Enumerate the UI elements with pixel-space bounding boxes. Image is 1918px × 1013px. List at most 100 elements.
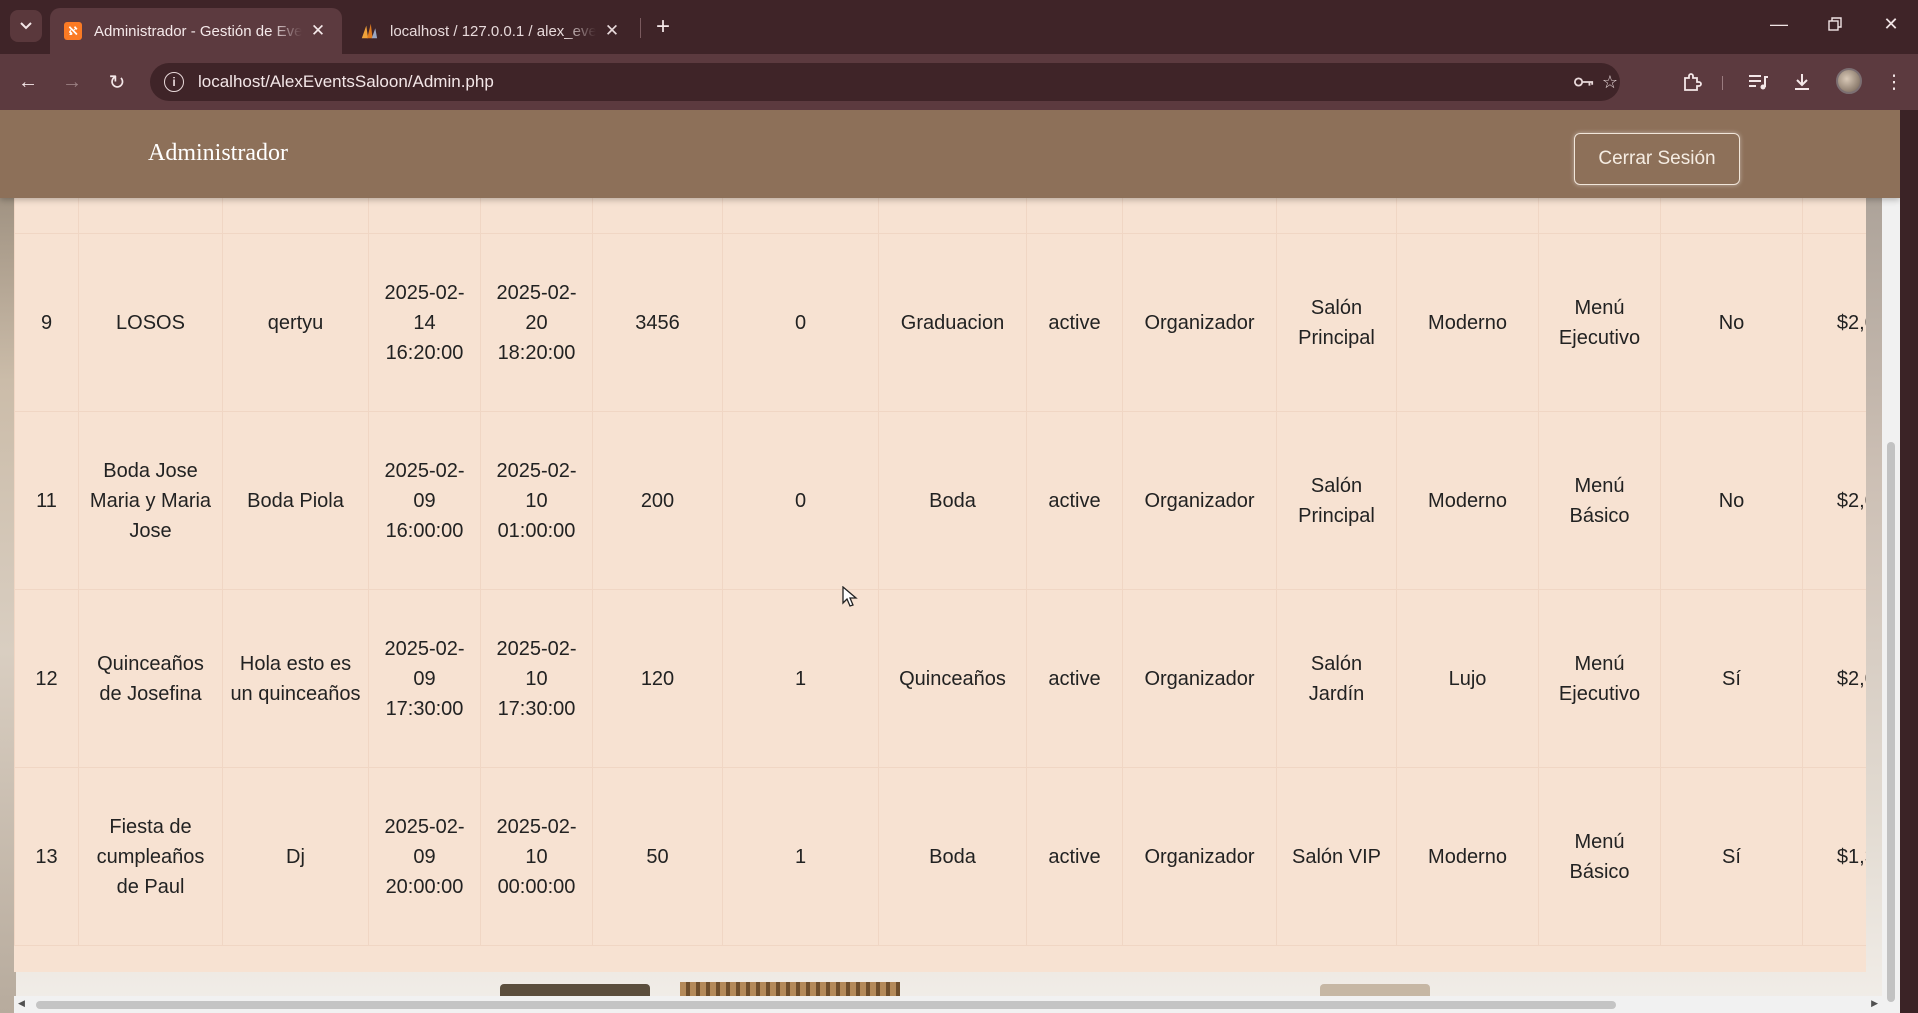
- table-row: 11 Boda Jose Maria y Maria Jose Boda Pio…: [14, 411, 1866, 590]
- scroll-left-arrow-icon[interactable]: ◀: [18, 998, 25, 1009]
- table-cell: Organizador: [1122, 589, 1277, 768]
- table-cell: 2025-02-09 16:00:00: [368, 411, 481, 590]
- table-cell: Organizador: [1122, 233, 1277, 412]
- url-text[interactable]: localhost/AlexEventsSaloon/Admin.php: [198, 72, 494, 92]
- table-cell: Boda: [878, 411, 1027, 590]
- media-queue-icon: [1749, 75, 1768, 90]
- table-cell: Menú Básico: [1538, 767, 1661, 946]
- browser-tab-strip: ℵ Administrador - Gestión de Eventos ✕ l…: [0, 0, 1918, 54]
- table-cell: Organizador: [1122, 411, 1277, 590]
- table-cell: Salón Jardín: [1276, 589, 1397, 768]
- chrome-menu-button[interactable]: ⋮: [1878, 66, 1910, 98]
- table-cell: 1: [722, 589, 879, 768]
- table-cell: $2,015: [1802, 411, 1866, 590]
- reload-icon: ↻: [108, 71, 126, 94]
- table-cell: Sí: [1660, 589, 1803, 768]
- table-cell: 2025-02-09 17:30:00: [368, 589, 481, 768]
- table-cell: active: [1026, 233, 1123, 412]
- table-cell: Lujo: [1396, 589, 1539, 768]
- table-cell: Salón VIP: [1276, 767, 1397, 946]
- xampp-icon: ℵ: [64, 22, 82, 40]
- close-tab-icon[interactable]: ✕: [308, 21, 328, 41]
- table-cell: 120: [592, 589, 723, 768]
- table-cell: Boda Jose Maria y Maria Jose: [78, 411, 223, 590]
- events-table: 23:15:00 22:15:00 9 LOSOS qertyu: [14, 110, 1866, 946]
- table-cell: Fiesta de cumpleaños de Paul: [78, 767, 223, 946]
- table-cell: $2,025: [1802, 233, 1866, 412]
- table-cell: Sí: [1660, 767, 1803, 946]
- minimize-button[interactable]: —: [1754, 6, 1804, 42]
- table-cell: Organizador: [1122, 767, 1277, 946]
- tab-phpmyadmin[interactable]: localhost / 127.0.0.1 / alex_events ✕: [346, 8, 636, 54]
- table-cell: 1: [722, 767, 879, 946]
- horizontal-scroll-thumb[interactable]: [36, 1001, 1616, 1009]
- table-cell: Dj: [222, 767, 369, 946]
- table-cell: Menú Ejecutivo: [1538, 233, 1661, 412]
- table-cell: 11: [14, 411, 79, 590]
- back-button[interactable]: ←: [12, 66, 44, 98]
- brand-title: Administrador: [148, 140, 288, 166]
- table-cell: active: [1026, 411, 1123, 590]
- extensions-button[interactable]: [1676, 66, 1708, 98]
- close-window-button[interactable]: ✕: [1866, 6, 1916, 42]
- table-cell: 3456: [592, 233, 723, 412]
- table-cell: Graduacion: [878, 233, 1027, 412]
- mouse-cursor-icon: [842, 586, 858, 607]
- table-cell: qertyu: [222, 233, 369, 412]
- table-cell: Salón Principal: [1276, 411, 1397, 590]
- media-controls-button[interactable]: [1742, 66, 1774, 98]
- close-tab-icon[interactable]: ✕: [602, 21, 622, 41]
- table-cell: $1,315: [1802, 767, 1866, 946]
- scroll-right-arrow-icon[interactable]: ▶: [1871, 998, 1878, 1009]
- restore-button[interactable]: [1810, 6, 1860, 42]
- table-cell: 2025-02-14 16:20:00: [368, 233, 481, 412]
- table-cell: No: [1660, 233, 1803, 412]
- table-cell: $2,025: [1802, 589, 1866, 768]
- new-tab-button[interactable]: +: [650, 12, 676, 42]
- reload-button[interactable]: ↻: [101, 66, 133, 98]
- tab-admin[interactable]: ℵ Administrador - Gestión de Eventos ✕: [50, 8, 342, 54]
- tab-title: localhost / 127.0.0.1 / alex_events: [390, 22, 596, 40]
- table-cell: Boda: [878, 767, 1027, 946]
- forward-button[interactable]: →: [56, 66, 88, 98]
- table-cell: LOSOS: [78, 233, 223, 412]
- vertical-scroll-thumb[interactable]: [1887, 442, 1895, 1002]
- table-cell: 12: [14, 589, 79, 768]
- table-row: 13 Fiesta de cumpleaños de Paul Dj 2025-…: [14, 767, 1866, 946]
- minimize-icon: —: [1770, 13, 1788, 34]
- arrow-left-icon: ←: [18, 70, 38, 93]
- events-table-container: 23:15:00 22:15:00 9 LOSOS qertyu: [14, 110, 1866, 972]
- table-cell: Moderno: [1396, 411, 1539, 590]
- table-cell: 13: [14, 767, 79, 946]
- tab-separator: [640, 18, 641, 38]
- downloads-button[interactable]: [1786, 66, 1818, 98]
- bookmark-star-icon[interactable]: ☆: [1600, 72, 1620, 92]
- table-row: 12 Quinceaños de Josefina Hola esto es u…: [14, 589, 1866, 768]
- profile-avatar[interactable]: [1836, 68, 1862, 94]
- tab-search-button[interactable]: [10, 10, 42, 42]
- vertical-scrollbar[interactable]: ▲: [1882, 110, 1900, 1013]
- horizontal-scrollbar[interactable]: ◀ ▶: [14, 996, 1882, 1013]
- table-cell: Menú Ejecutivo: [1538, 589, 1661, 768]
- password-key-icon[interactable]: [1574, 72, 1594, 92]
- table-cell: active: [1026, 589, 1123, 768]
- admin-header: Administrador Cerrar Sesión: [0, 110, 1900, 198]
- plus-icon: +: [655, 13, 670, 40]
- puzzle-icon: [1684, 73, 1702, 91]
- table-cell: Boda Piola: [222, 411, 369, 590]
- table-cell: Menú Básico: [1538, 411, 1661, 590]
- browser-toolbar: ← → ↻ i localhost/AlexEventsSaloon/Admin…: [0, 54, 1918, 110]
- address-bar[interactable]: i localhost/AlexEventsSaloon/Admin.php ☆: [150, 63, 1620, 101]
- logout-button[interactable]: Cerrar Sesión: [1574, 133, 1740, 185]
- page-viewport: 23:15:00 22:15:00 9 LOSOS qertyu: [0, 110, 1900, 1013]
- table-cell: Salón Principal: [1276, 233, 1397, 412]
- table-cell: 50: [592, 767, 723, 946]
- table-row: 9 LOSOS qertyu 2025-02-14 16:20:00 2025-…: [14, 233, 1866, 412]
- restore-icon: [1828, 17, 1842, 31]
- table-cell: 2025-02-20 18:20:00: [480, 233, 593, 412]
- chevron-down-icon: [20, 22, 32, 30]
- toolbar-separator: [1722, 76, 1723, 90]
- site-info-icon[interactable]: i: [164, 72, 184, 92]
- table-cell: 2025-02-09 20:00:00: [368, 767, 481, 946]
- close-icon: ✕: [1883, 13, 1899, 34]
